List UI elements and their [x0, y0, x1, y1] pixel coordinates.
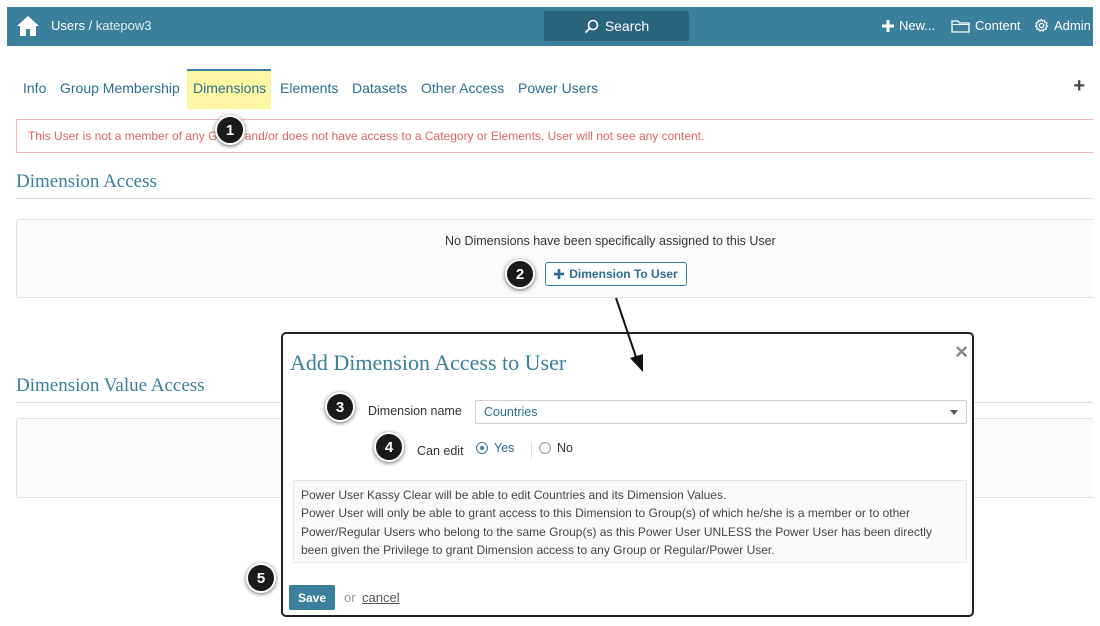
folder-icon	[951, 19, 970, 33]
search-icon	[584, 19, 599, 33]
content-label: Content	[975, 18, 1021, 33]
home-icon[interactable]	[16, 15, 40, 37]
can-edit-no-option[interactable]: No	[539, 441, 573, 455]
add-dimension-label: Dimension To User	[569, 267, 678, 281]
new-menu[interactable]: New...	[882, 18, 935, 33]
divider	[531, 443, 532, 459]
permission-info-box: Power User Kassy Clear will be able to e…	[293, 480, 967, 563]
divider	[16, 198, 1093, 199]
info-line-1: Power User Kassy Clear will be able to e…	[301, 488, 727, 502]
callout-marker-2: 2	[505, 259, 535, 289]
breadcrumb: Users / katepow3	[51, 18, 151, 33]
tab-group-membership[interactable]: Group Membership	[60, 69, 180, 109]
dimension-access-panel: No Dimensions have been specifically ass…	[16, 219, 1093, 298]
tab-datasets[interactable]: Datasets	[352, 69, 407, 109]
tab-bar: Info Group Membership Dimensions Element…	[7, 69, 1093, 109]
new-label: New...	[899, 18, 936, 33]
dimension-name-label: Dimension name	[368, 404, 462, 418]
modal-title: Add Dimension Access to User	[290, 350, 567, 375]
warning-alert: This User is not a member of any Group a…	[16, 119, 1093, 153]
breadcrumb-separator: /	[84, 18, 96, 33]
breadcrumb-root[interactable]: Users	[51, 18, 85, 33]
dimension-name-select[interactable]: Countries	[475, 400, 967, 424]
admin-menu[interactable]: Admin	[1034, 18, 1091, 33]
plus-icon	[882, 19, 894, 32]
empty-dimensions-text: No Dimensions have been specifically ass…	[445, 234, 776, 248]
search-label: Search	[604, 18, 650, 34]
save-button[interactable]: Save	[289, 585, 335, 610]
dimension-name-value: Countries	[484, 405, 538, 419]
tab-dimensions[interactable]: Dimensions	[187, 69, 271, 109]
content-menu[interactable]: Content	[951, 18, 1021, 33]
radio-icon[interactable]	[539, 442, 551, 454]
add-dimension-modal: Add Dimension Access to User × Dimension…	[281, 332, 974, 617]
add-dimension-to-user-button[interactable]: Dimension To User	[545, 262, 687, 286]
can-edit-yes-label: Yes	[494, 441, 515, 455]
cancel-link[interactable]: cancel	[362, 590, 400, 605]
tab-power-users[interactable]: Power Users	[518, 69, 598, 109]
search-button[interactable]: Search	[544, 11, 689, 41]
tab-elements[interactable]: Elements	[280, 69, 338, 109]
top-bar: Users / katepow3 Search New... Content A…	[7, 7, 1093, 46]
close-icon[interactable]: ×	[955, 339, 968, 365]
tab-other-access[interactable]: Other Access	[421, 69, 504, 109]
admin-label: Admin	[1054, 18, 1091, 33]
can-edit-yes-option[interactable]: Yes	[476, 441, 514, 455]
add-tab-button[interactable]: +	[1073, 75, 1085, 98]
can-edit-label: Can edit	[417, 444, 464, 458]
info-line-2: Power User will only be able to grant ac…	[301, 506, 932, 557]
tab-info[interactable]: Info	[23, 69, 46, 109]
can-edit-no-label: No	[557, 441, 573, 455]
dimension-access-title: Dimension Access	[16, 171, 157, 192]
callout-marker-5: 5	[246, 563, 276, 593]
radio-selected-icon[interactable]	[476, 442, 488, 454]
callout-marker-4: 4	[374, 432, 404, 462]
breadcrumb-user: katepow3	[95, 18, 152, 33]
plus-icon	[554, 269, 565, 279]
callout-marker-3: 3	[325, 392, 355, 422]
or-text: or	[344, 590, 356, 605]
chevron-down-icon	[950, 410, 958, 415]
gear-icon	[1034, 18, 1049, 33]
callout-marker-1: 1	[215, 115, 245, 145]
dimension-value-access-title: Dimension Value Access	[16, 375, 205, 396]
app-frame: Users / katepow3 Search New... Content A…	[7, 7, 1093, 619]
